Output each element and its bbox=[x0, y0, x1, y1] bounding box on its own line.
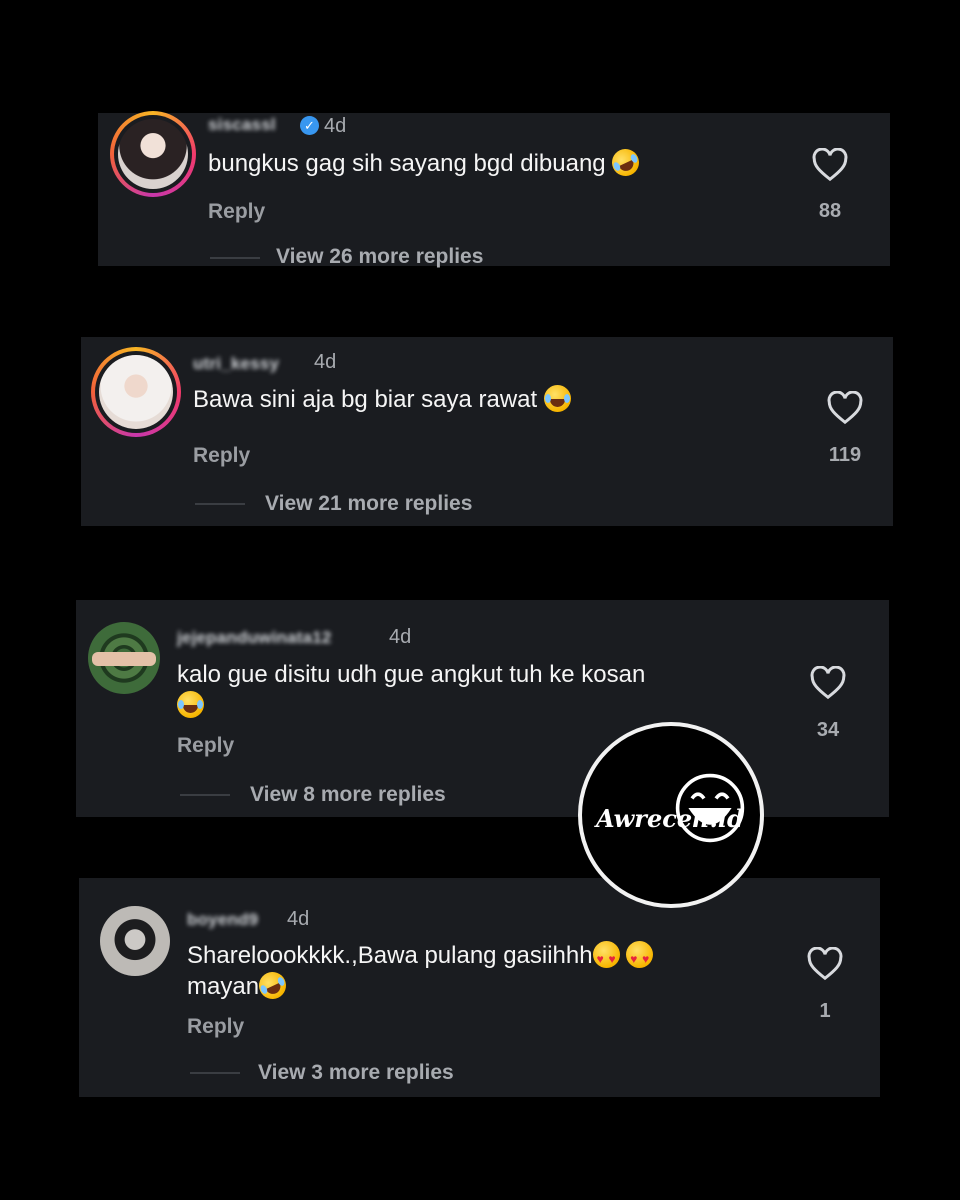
comment-card: siscassl ✓ 4d bungkus gag sih sayang bgd… bbox=[98, 111, 890, 269]
avatar[interactable] bbox=[88, 622, 160, 694]
view-replies-button[interactable]: View 8 more replies bbox=[250, 783, 446, 807]
heart-eyes-emoji-icon bbox=[626, 941, 654, 975]
avatar[interactable] bbox=[99, 355, 173, 429]
comment-text: Shareloookkkk.,Bawa pulang gasiihhh maya… bbox=[187, 940, 654, 1004]
like-count: 34 bbox=[816, 719, 840, 741]
heart-icon[interactable] bbox=[810, 666, 846, 700]
view-replies-button[interactable]: View 3 more replies bbox=[258, 1061, 454, 1085]
rofl-emoji-icon bbox=[607, 144, 644, 181]
timestamp: 4d bbox=[324, 115, 347, 137]
reply-button[interactable]: Reply bbox=[208, 200, 265, 224]
avatar[interactable] bbox=[118, 119, 188, 189]
like-count: 1 bbox=[819, 1000, 831, 1022]
comment-text: kalo gue disitu udh gue angkut tuh ke ko… bbox=[177, 659, 645, 721]
heart-eyes-emoji-icon bbox=[592, 941, 620, 975]
comment-text: bungkus gag sih sayang bgd dibuang bbox=[208, 144, 644, 181]
rofl-emoji-icon bbox=[254, 967, 291, 1004]
heart-icon[interactable] bbox=[807, 947, 843, 981]
comment-text: Bawa sini aja bg biar saya rawat bbox=[193, 384, 571, 415]
timestamp: 4d bbox=[287, 908, 310, 930]
replies-divider bbox=[190, 1072, 240, 1074]
laughing-emoji-icon bbox=[177, 691, 204, 718]
replies-divider bbox=[195, 503, 245, 505]
verified-badge-icon: ✓ bbox=[300, 116, 319, 135]
watermark-text: Awreceh.id bbox=[596, 804, 744, 833]
replies-divider bbox=[180, 794, 230, 796]
laughing-emoji-icon bbox=[543, 385, 571, 412]
reply-button[interactable]: Reply bbox=[187, 1015, 244, 1039]
comment-card: jejepanduwinata12 4d kalo gue disitu udh… bbox=[76, 600, 889, 817]
timestamp: 4d bbox=[314, 351, 337, 373]
avatar[interactable] bbox=[100, 906, 170, 976]
comment-card: boyend9 4d Shareloookkkk.,Bawa pulang ga… bbox=[79, 878, 880, 1097]
story-ring[interactable] bbox=[110, 111, 196, 197]
like-count: 119 bbox=[828, 444, 862, 466]
username[interactable]: jejepanduwinata12 bbox=[177, 628, 332, 648]
reply-button[interactable]: Reply bbox=[177, 734, 234, 758]
timestamp: 4d bbox=[389, 626, 412, 648]
heart-icon[interactable] bbox=[812, 148, 848, 182]
username[interactable]: utri_kessy bbox=[193, 354, 279, 374]
view-replies-button[interactable]: View 21 more replies bbox=[265, 492, 472, 516]
watermark-logo: Awreceh.id bbox=[578, 722, 764, 908]
like-count: 88 bbox=[818, 200, 842, 222]
comment-card: utri_kessy 4d Bawa sini aja bg biar saya… bbox=[81, 337, 893, 526]
username[interactable]: boyend9 bbox=[187, 910, 258, 930]
story-ring[interactable] bbox=[91, 347, 181, 437]
username[interactable]: siscassl bbox=[208, 115, 276, 135]
replies-divider bbox=[210, 257, 260, 259]
reply-button[interactable]: Reply bbox=[193, 444, 250, 468]
view-replies-button[interactable]: View 26 more replies bbox=[276, 245, 483, 269]
heart-icon[interactable] bbox=[827, 391, 863, 425]
